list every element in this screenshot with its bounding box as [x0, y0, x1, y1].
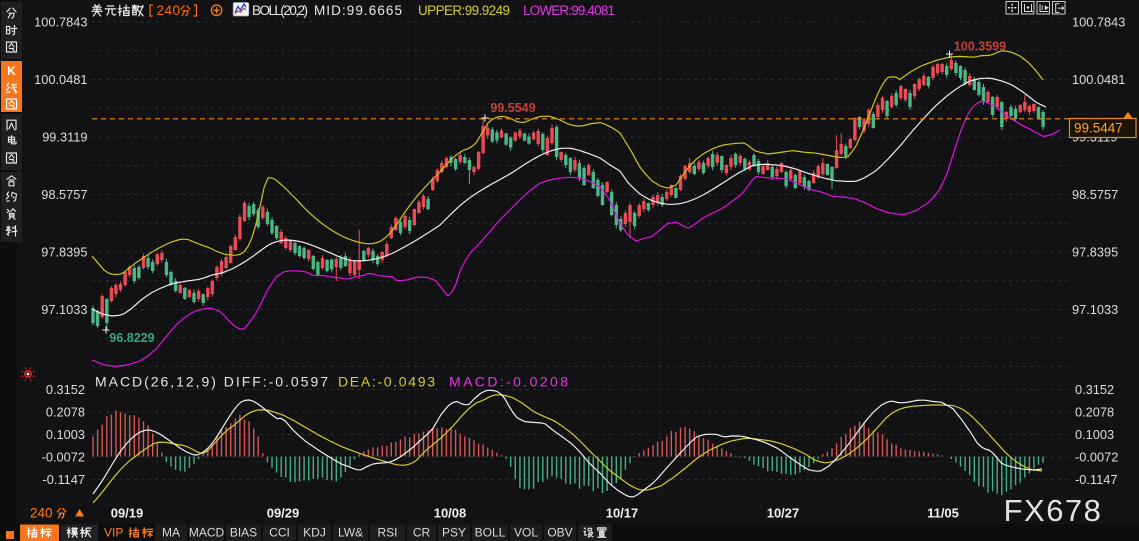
svg-text:MID:99.6665: MID:99.6665	[314, 3, 402, 18]
svg-text:K: K	[7, 64, 16, 78]
svg-text:MACD:-0.0208: MACD:-0.0208	[449, 374, 568, 390]
svg-text:100.7843: 100.7843	[1072, 15, 1125, 30]
svg-text:CR: CR	[413, 526, 431, 540]
svg-text:100.0481: 100.0481	[34, 72, 87, 87]
svg-text:KDJ: KDJ	[303, 526, 326, 540]
svg-text:09/19: 09/19	[111, 506, 144, 521]
svg-text:0.2078: 0.2078	[1075, 405, 1114, 420]
svg-text:MACD(26,12,9) DIFF:-0.0597: MACD(26,12,9) DIFF:-0.0597	[95, 374, 328, 390]
svg-text:MA: MA	[162, 526, 180, 540]
svg-text:240: 240	[157, 3, 181, 18]
svg-text:98.5757: 98.5757	[41, 187, 87, 202]
svg-text:UPPER:99.9249: UPPER:99.9249	[418, 3, 510, 18]
svg-text:09/29: 09/29	[267, 506, 300, 521]
svg-text:VIP: VIP	[104, 526, 123, 540]
svg-text:MACD: MACD	[189, 526, 225, 540]
svg-text:10/27: 10/27	[767, 506, 800, 521]
svg-text:FX678: FX678	[1004, 493, 1103, 528]
svg-text:97.1033: 97.1033	[1072, 302, 1118, 317]
svg-text:98.5757: 98.5757	[1072, 187, 1118, 202]
svg-text:10/17: 10/17	[606, 506, 639, 521]
svg-text:100.3599: 100.3599	[954, 40, 1006, 54]
svg-text:BOLL(20,2): BOLL(20,2)	[252, 3, 308, 18]
svg-text:-0.0072: -0.0072	[42, 450, 85, 465]
svg-text:-0.0072: -0.0072	[1075, 450, 1118, 465]
svg-text:100.0481: 100.0481	[1072, 72, 1125, 87]
svg-text:97.8395: 97.8395	[1072, 245, 1118, 260]
svg-text:DEA:-0.0493: DEA:-0.0493	[338, 374, 435, 390]
svg-text:LW&: LW&	[338, 526, 363, 540]
svg-text:BIAS: BIAS	[230, 526, 257, 540]
svg-text:100.7843: 100.7843	[34, 15, 87, 30]
svg-text:0.2078: 0.2078	[46, 405, 85, 420]
svg-text:VOL: VOL	[514, 526, 538, 540]
svg-text:CCI: CCI	[269, 526, 290, 540]
svg-text:10/08: 10/08	[434, 506, 467, 521]
svg-text:0.3152: 0.3152	[1075, 382, 1114, 397]
svg-text:0.3152: 0.3152	[46, 382, 85, 397]
svg-text:OBV: OBV	[547, 526, 572, 540]
svg-text:97.8395: 97.8395	[41, 245, 87, 260]
svg-text:0.1003: 0.1003	[46, 427, 85, 442]
svg-text:99.5447: 99.5447	[1074, 121, 1123, 136]
svg-text:RSI: RSI	[377, 526, 397, 540]
svg-text:PSY: PSY	[442, 526, 466, 540]
svg-text:-0.1147: -0.1147	[1075, 472, 1117, 487]
svg-text:99.5549: 99.5549	[490, 101, 535, 115]
svg-text:97.1033: 97.1033	[41, 302, 87, 317]
svg-text:BOLL: BOLL	[475, 526, 506, 540]
svg-text:99.3119: 99.3119	[42, 130, 87, 145]
svg-text:0.1003: 0.1003	[1075, 427, 1114, 442]
svg-text:LOWER:99.4081: LOWER:99.4081	[523, 3, 615, 18]
svg-text:11/05: 11/05	[927, 506, 959, 521]
svg-text:96.8229: 96.8229	[109, 331, 154, 345]
svg-text:240: 240	[30, 506, 53, 521]
svg-text:-0.1147: -0.1147	[43, 472, 85, 487]
